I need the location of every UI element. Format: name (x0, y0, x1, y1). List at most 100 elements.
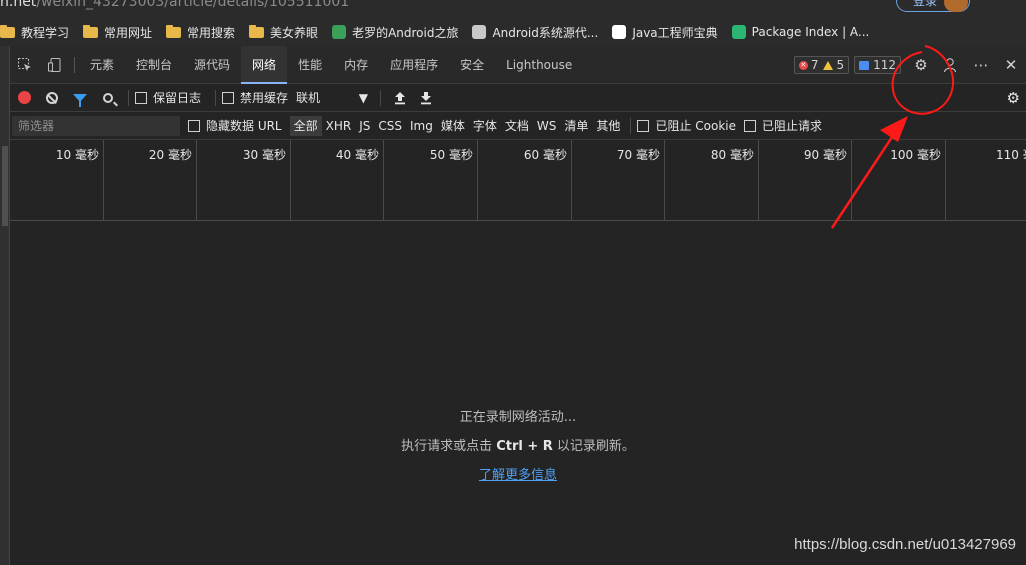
checkbox-label: 隐藏数据 URL (206, 119, 282, 133)
resource-type-filters: 全部 XHR JS CSS Img 媒体 字体 文档 WS 清单 其他 (289, 115, 625, 136)
tab-1[interactable]: 控制台 (125, 46, 183, 84)
warning-count: 5 (836, 58, 845, 72)
settings-gear-icon[interactable]: ⚙ (906, 46, 936, 84)
filter-toggle-button[interactable] (66, 84, 94, 112)
record-icon (17, 91, 31, 104)
bookmark-item[interactable]: 老罗的Android之旅 (332, 24, 458, 41)
network-overview-timeline[interactable]: 10 毫秒 20 毫秒 30 毫秒 40 毫秒 50 毫秒 60 毫秒 70 毫秒 80 毫秒… (10, 140, 1026, 221)
bookmark-item[interactable]: 常用网址 (83, 24, 152, 41)
search-icon (103, 92, 113, 103)
bookmark-item[interactable]: Package Index | A... (731, 25, 870, 39)
timeline-tick: 110 毫秒 (10, 140, 1026, 220)
tab-7[interactable]: 安全 (449, 46, 495, 84)
scrollbar-thumb[interactable] (2, 146, 8, 226)
folder-icon (249, 24, 265, 38)
export-har-icon[interactable] (413, 84, 439, 112)
filter-type-7[interactable]: 文档 (501, 116, 533, 136)
network-toolbar: 保留日志 禁用缓存 联机 ▼ ⚙ (10, 84, 1026, 112)
bookmark-item[interactable]: Android系统源代... (472, 24, 598, 41)
bookmark-label: Package Index | A... (751, 25, 870, 39)
devtools-tabbar: 元素 控制台 源代码 网络 性能 内存 应用程序 安全 Lighthouse ✕ 7 5 112 … (10, 45, 1026, 84)
filter-type-10[interactable]: 其他 (592, 116, 624, 136)
watermark: https://blog.csdn.net/u013427969 (794, 536, 1016, 553)
page-scrollbar[interactable] (0, 46, 10, 565)
checkbox-box[interactable] (743, 119, 756, 132)
filter-type-6[interactable]: 字体 (469, 116, 501, 136)
bookmarks-bar: 教程学习 常用网址 常用搜索 美女养眼 老罗的Android之旅 Android系统源代.… (0, 19, 883, 45)
filter-type-2[interactable]: JS (355, 116, 374, 136)
filter-type-5[interactable]: 媒体 (437, 116, 469, 136)
bookmark-item[interactable]: 美女养眼 (249, 24, 318, 41)
bookmark-label: 教程学习 (21, 25, 70, 40)
bookmark-item[interactable]: 教程学习 (0, 24, 69, 41)
filter-type-8[interactable]: WS (533, 116, 560, 136)
filter-type-1[interactable]: XHR (322, 116, 356, 136)
checkbox-box[interactable] (135, 91, 147, 104)
tab-8[interactable]: Lighthouse (495, 46, 583, 84)
record-button[interactable] (10, 84, 38, 112)
more-options-icon[interactable]: ⋯ (966, 46, 996, 84)
site-icon (612, 25, 627, 39)
tab-0[interactable]: 元素 (79, 46, 125, 84)
filter-type-0[interactable]: 全部 (289, 115, 322, 136)
site-icon (332, 25, 347, 39)
bookmark-label: Android系统源代... (492, 25, 599, 40)
clear-button[interactable] (38, 84, 66, 112)
browser-chrome: n.net/weixin_43273003/article/details/10… (0, 0, 1026, 46)
filter-input[interactable]: 筛选器 (12, 115, 180, 136)
messages-badge[interactable]: 112 (854, 56, 901, 74)
address-bar[interactable]: n.net/weixin_43273003/article/details/10… (0, 0, 620, 12)
clear-icon (46, 91, 58, 104)
refresh-hint: 执行请求或点击 Ctrl + R 以记录刷新。 (401, 439, 635, 454)
divider (74, 56, 75, 73)
preserve-log-checkbox[interactable]: 保留日志 (135, 89, 201, 106)
bookmark-label: 常用网址 (104, 25, 153, 40)
filter-type-9[interactable]: 清单 (560, 116, 592, 136)
warning-icon (823, 60, 834, 70)
bookmark-label: 老罗的Android之旅 (352, 25, 459, 40)
blocked-requests-checkbox[interactable]: 已阻止请求 (743, 117, 822, 134)
network-settings-gear-icon[interactable]: ⚙ (1007, 89, 1020, 107)
throttle-value: 联机 (296, 91, 321, 105)
checkbox-label: 保留日志 (153, 91, 202, 105)
tab-2[interactable]: 源代码 (183, 46, 241, 84)
inspect-element-icon[interactable] (10, 46, 40, 84)
error-icon: ✕ (798, 60, 808, 70)
bookmark-item[interactable]: 常用搜索 (166, 24, 235, 41)
tab-3[interactable]: 网络 (241, 45, 288, 84)
recording-message: 正在录制网络活动... (459, 410, 577, 425)
search-button[interactable] (94, 84, 122, 112)
import-har-icon[interactable] (387, 84, 413, 112)
filter-icon (73, 93, 87, 107)
empty-state: 正在录制网络活动... 执行请求或点击 Ctrl + R 以记录刷新。 了解更多… (10, 406, 1026, 483)
filter-type-4[interactable]: Img (406, 116, 437, 136)
site-icon (472, 25, 487, 39)
checkbox-box[interactable] (637, 119, 650, 132)
bookmark-label: 常用搜索 (187, 25, 236, 40)
disable-cache-checkbox[interactable]: 禁用缓存 (222, 89, 288, 106)
checkbox-label: 已阻止请求 (761, 119, 822, 133)
bookmark-label: Java工程师宝典 (632, 25, 718, 40)
device-toolbar-icon[interactable] (40, 46, 70, 84)
folder-icon (0, 24, 15, 38)
checkbox-box[interactable] (188, 119, 200, 132)
profile-icon[interactable] (936, 46, 966, 84)
checkbox-label: 已阻止 Cookie (655, 119, 736, 133)
hide-data-urls-checkbox[interactable]: 隐藏数据 URL (188, 117, 282, 134)
divider (215, 89, 217, 106)
throttle-select[interactable]: 联机 ▼ (296, 89, 368, 106)
divider (380, 89, 382, 106)
close-icon[interactable]: ✕ (996, 46, 1026, 84)
tab-6[interactable]: 应用程序 (379, 46, 449, 84)
devtools-tabs: 元素 控制台 源代码 网络 性能 内存 应用程序 安全 Lighthouse (79, 45, 583, 84)
chevron-down-icon: ▼ (358, 90, 369, 105)
tab-4[interactable]: 性能 (287, 46, 333, 84)
issues-badge[interactable]: ✕ 7 5 (793, 56, 850, 74)
filter-type-3[interactable]: CSS (374, 116, 406, 136)
checkbox-box[interactable] (222, 91, 235, 104)
bookmark-item[interactable]: Java工程师宝典 (612, 24, 718, 41)
tab-5[interactable]: 内存 (333, 46, 379, 84)
learn-more-link[interactable]: 了解更多信息 (479, 464, 557, 483)
divider (128, 89, 129, 106)
blocked-cookies-checkbox[interactable]: 已阻止 Cookie (637, 117, 736, 134)
